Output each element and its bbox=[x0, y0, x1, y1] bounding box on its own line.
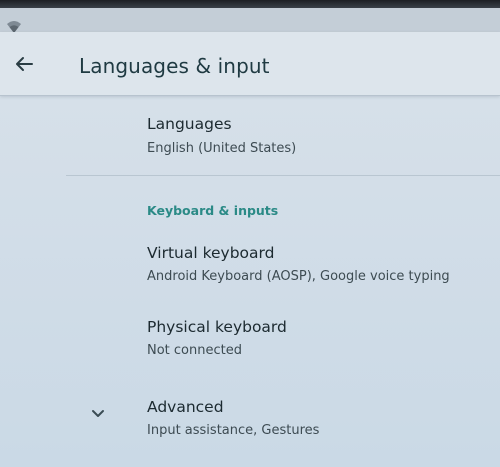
languages-item[interactable]: Languages English (United States) bbox=[0, 110, 500, 172]
languages-summary: English (United States) bbox=[147, 141, 297, 156]
page-title: Languages & input bbox=[79, 54, 270, 78]
status-bar bbox=[0, 8, 500, 33]
device-bezel bbox=[0, 0, 500, 8]
advanced-summary: Input assistance, Gestures bbox=[147, 423, 320, 438]
virtual-keyboard-item[interactable]: Virtual keyboard Android Keyboard (AOSP)… bbox=[0, 238, 500, 298]
physical-keyboard-item[interactable]: Physical keyboard Not connected bbox=[0, 312, 500, 372]
app-bar: Languages & input bbox=[0, 32, 500, 96]
virtual-keyboard-title: Virtual keyboard bbox=[147, 244, 275, 262]
physical-keyboard-title: Physical keyboard bbox=[147, 318, 287, 336]
advanced-title: Advanced bbox=[147, 398, 224, 416]
advanced-item[interactable]: Advanced Input assistance, Gestures bbox=[0, 392, 500, 452]
section-header-keyboard: Keyboard & inputs bbox=[147, 203, 279, 218]
chevron-down-icon bbox=[92, 410, 104, 417]
physical-keyboard-summary: Not connected bbox=[147, 343, 242, 358]
settings-screen: Languages & input Languages English (Uni… bbox=[0, 0, 500, 467]
virtual-keyboard-summary: Android Keyboard (AOSP), Google voice ty… bbox=[147, 269, 450, 284]
languages-title: Languages bbox=[147, 115, 232, 133]
arrow-back-icon[interactable] bbox=[10, 50, 38, 78]
section-divider bbox=[66, 175, 500, 176]
